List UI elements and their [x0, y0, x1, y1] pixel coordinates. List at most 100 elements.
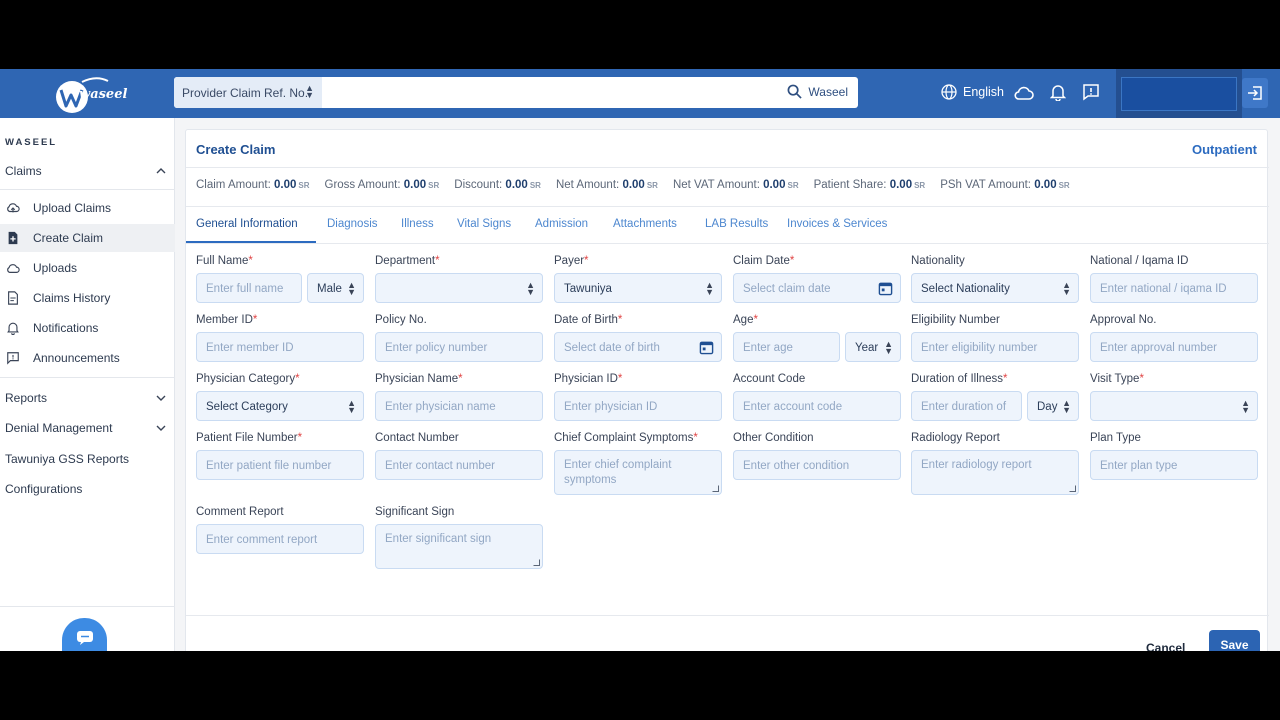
comment-report-input[interactable]: Enter comment report	[196, 524, 364, 554]
cloud-icon[interactable]	[1014, 85, 1034, 106]
physician-category-select[interactable]: Select Category ▲ ▼	[196, 391, 364, 421]
sidebar-section-denial-management[interactable]: Denial Management	[0, 414, 175, 442]
top-header: waseel Provider Claim Ref. No. ▲ ▼ Waseel…	[0, 69, 1280, 118]
psh-vat-amount: PSh VAT Amount: 0.00 SR	[940, 179, 1070, 191]
national-id-input[interactable]: Enter national / iqama ID	[1090, 273, 1258, 303]
select-arrows-icon: ▲ ▼	[347, 398, 356, 415]
age-unit-select[interactable]: Year ▲ ▼	[845, 332, 901, 362]
member-id-input[interactable]: Enter member ID	[196, 332, 364, 362]
physician-id-input[interactable]: Enter physician ID	[554, 391, 722, 421]
sidebar-item-upload-claims[interactable]: Upload Claims	[0, 194, 175, 222]
notifications-bell-icon[interactable]	[1049, 83, 1067, 106]
illness-duration-label: Duration of Illness*	[911, 373, 1008, 385]
gender-select[interactable]: Male ▲ ▼	[307, 273, 364, 303]
plan-type-input[interactable]: Enter plan type	[1090, 450, 1258, 480]
net-amount: Net Amount: 0.00 SR	[555, 179, 658, 191]
sidebar-item-create-claim[interactable]: Create Claim	[0, 224, 175, 252]
age-input[interactable]: Enter age	[733, 332, 840, 362]
sidebar-section-reports[interactable]: Reports	[0, 384, 175, 412]
payer-label: Payer*	[554, 255, 589, 267]
nationality-label: Nationality	[911, 255, 965, 267]
sidebar-brand: WASEEL	[5, 137, 58, 148]
sidebar-item-label: Uploads	[33, 261, 78, 275]
calendar-icon[interactable]	[699, 340, 714, 355]
logout-button[interactable]	[1242, 78, 1268, 108]
claim-tabs: General Information Diagnosis Illness Vi…	[186, 207, 1269, 243]
sidebar-section-label: Claims	[5, 164, 42, 178]
divider	[186, 243, 1269, 244]
save-button[interactable]: Save	[1209, 630, 1260, 651]
tab-attachments[interactable]: Attachments	[613, 218, 677, 230]
tab-vital-signs[interactable]: Vital Signs	[457, 218, 511, 230]
claim-date-input[interactable]: Select claim date	[733, 273, 901, 303]
divider	[186, 167, 1269, 168]
physician-name-input[interactable]: Enter physician name	[375, 391, 543, 421]
chat-button[interactable]	[62, 618, 107, 651]
cancel-button[interactable]: Cancel	[1146, 641, 1185, 651]
file-add-icon	[8, 231, 18, 245]
resize-handle-icon[interactable]	[1069, 485, 1076, 492]
language-switcher[interactable]: English	[941, 84, 1004, 100]
other-condition-input[interactable]: Enter other condition	[733, 450, 901, 480]
user-profile[interactable]	[1116, 69, 1242, 118]
tab-general-information[interactable]: General Information	[196, 218, 298, 230]
visit-type-select[interactable]: ▲ ▼	[1090, 391, 1258, 421]
nationality-select[interactable]: Select Nationality ▲ ▼	[911, 273, 1079, 303]
tab-admission[interactable]: Admission	[535, 218, 588, 230]
announcements-icon[interactable]	[1082, 83, 1100, 106]
eligibility-input[interactable]: Enter eligibility number	[911, 332, 1079, 362]
tab-lab-results[interactable]: LAB Results	[705, 218, 768, 230]
sidebar-item-tawuniya-gss-reports[interactable]: Tawuniya GSS Reports	[0, 445, 175, 473]
account-code-input[interactable]: Enter account code	[733, 391, 901, 421]
physician-name-label: Physician Name*	[375, 373, 463, 385]
search-type-select[interactable]: Provider Claim Ref. No. ▲ ▼	[174, 77, 322, 108]
waseel-logo[interactable]: waseel	[52, 73, 127, 115]
search-type-label: Provider Claim Ref. No.	[182, 86, 309, 100]
payer-select[interactable]: Tawuniya ▲ ▼	[554, 273, 722, 303]
contact-input[interactable]: Enter contact number	[375, 450, 543, 480]
sidebar-item-label: Claims History	[33, 291, 111, 305]
dob-input[interactable]: Select date of birth	[554, 332, 722, 362]
policy-no-label: Policy No.	[375, 314, 427, 326]
chevron-down-icon	[156, 425, 166, 431]
tab-diagnosis[interactable]: Diagnosis	[327, 218, 378, 230]
chevron-down-icon	[156, 395, 166, 401]
tab-invoices-services[interactable]: Invoices & Services	[787, 218, 887, 230]
patient-share-amount: Patient Share: 0.00 SR	[813, 179, 926, 191]
calendar-icon[interactable]	[878, 281, 893, 296]
select-arrows-icon: ▲ ▼	[347, 280, 356, 297]
tab-illness[interactable]: Illness	[401, 218, 434, 230]
bell-icon	[7, 322, 19, 335]
full-name-input[interactable]: Enter full name	[196, 273, 302, 303]
sidebar-section-label: Configurations	[5, 482, 83, 496]
divider	[0, 377, 175, 378]
sidebar-item-announcements[interactable]: Announcements	[0, 344, 175, 372]
resize-handle-icon[interactable]	[533, 559, 540, 566]
search-button[interactable]: Waseel	[787, 84, 848, 99]
national-id-label: National / Iqama ID	[1090, 255, 1189, 267]
department-select[interactable]: ▲ ▼	[375, 273, 543, 303]
patient-file-input[interactable]: Enter patient file number	[196, 450, 364, 480]
logout-icon	[1248, 86, 1262, 100]
sidebar-item-uploads[interactable]: Uploads	[0, 254, 175, 282]
sidebar-item-configurations[interactable]: Configurations	[0, 475, 175, 503]
logo-text: waseel	[79, 87, 128, 102]
message-icon	[7, 352, 19, 365]
illness-duration-input[interactable]: Enter duration of	[911, 391, 1022, 421]
search-button-label: Waseel	[808, 84, 848, 99]
sidebar-section-claims[interactable]: Claims	[0, 157, 175, 185]
sidebar: WASEEL Claims Upload Claims Create Claim…	[0, 118, 175, 651]
illness-duration-unit-select[interactable]: Day ▲ ▼	[1027, 391, 1079, 421]
significant-sign-textarea[interactable]: Enter significant sign	[375, 524, 543, 569]
approval-label: Approval No.	[1090, 314, 1157, 326]
chief-complaint-textarea[interactable]: Enter chief complaint symptoms	[554, 450, 722, 495]
sidebar-item-notifications[interactable]: Notifications	[0, 314, 175, 342]
claim-amount: Claim Amount: 0.00 SR	[196, 179, 310, 191]
approval-input[interactable]: Enter approval number	[1090, 332, 1258, 362]
radiology-textarea[interactable]: Enter radiology report	[911, 450, 1079, 495]
sidebar-item-claims-history[interactable]: Claims History	[0, 284, 175, 312]
select-arrows-icon: ▲ ▼	[526, 280, 535, 297]
resize-handle-icon[interactable]	[712, 485, 719, 492]
policy-no-input[interactable]: Enter policy number	[375, 332, 543, 362]
cloud-upload-icon	[7, 203, 20, 213]
